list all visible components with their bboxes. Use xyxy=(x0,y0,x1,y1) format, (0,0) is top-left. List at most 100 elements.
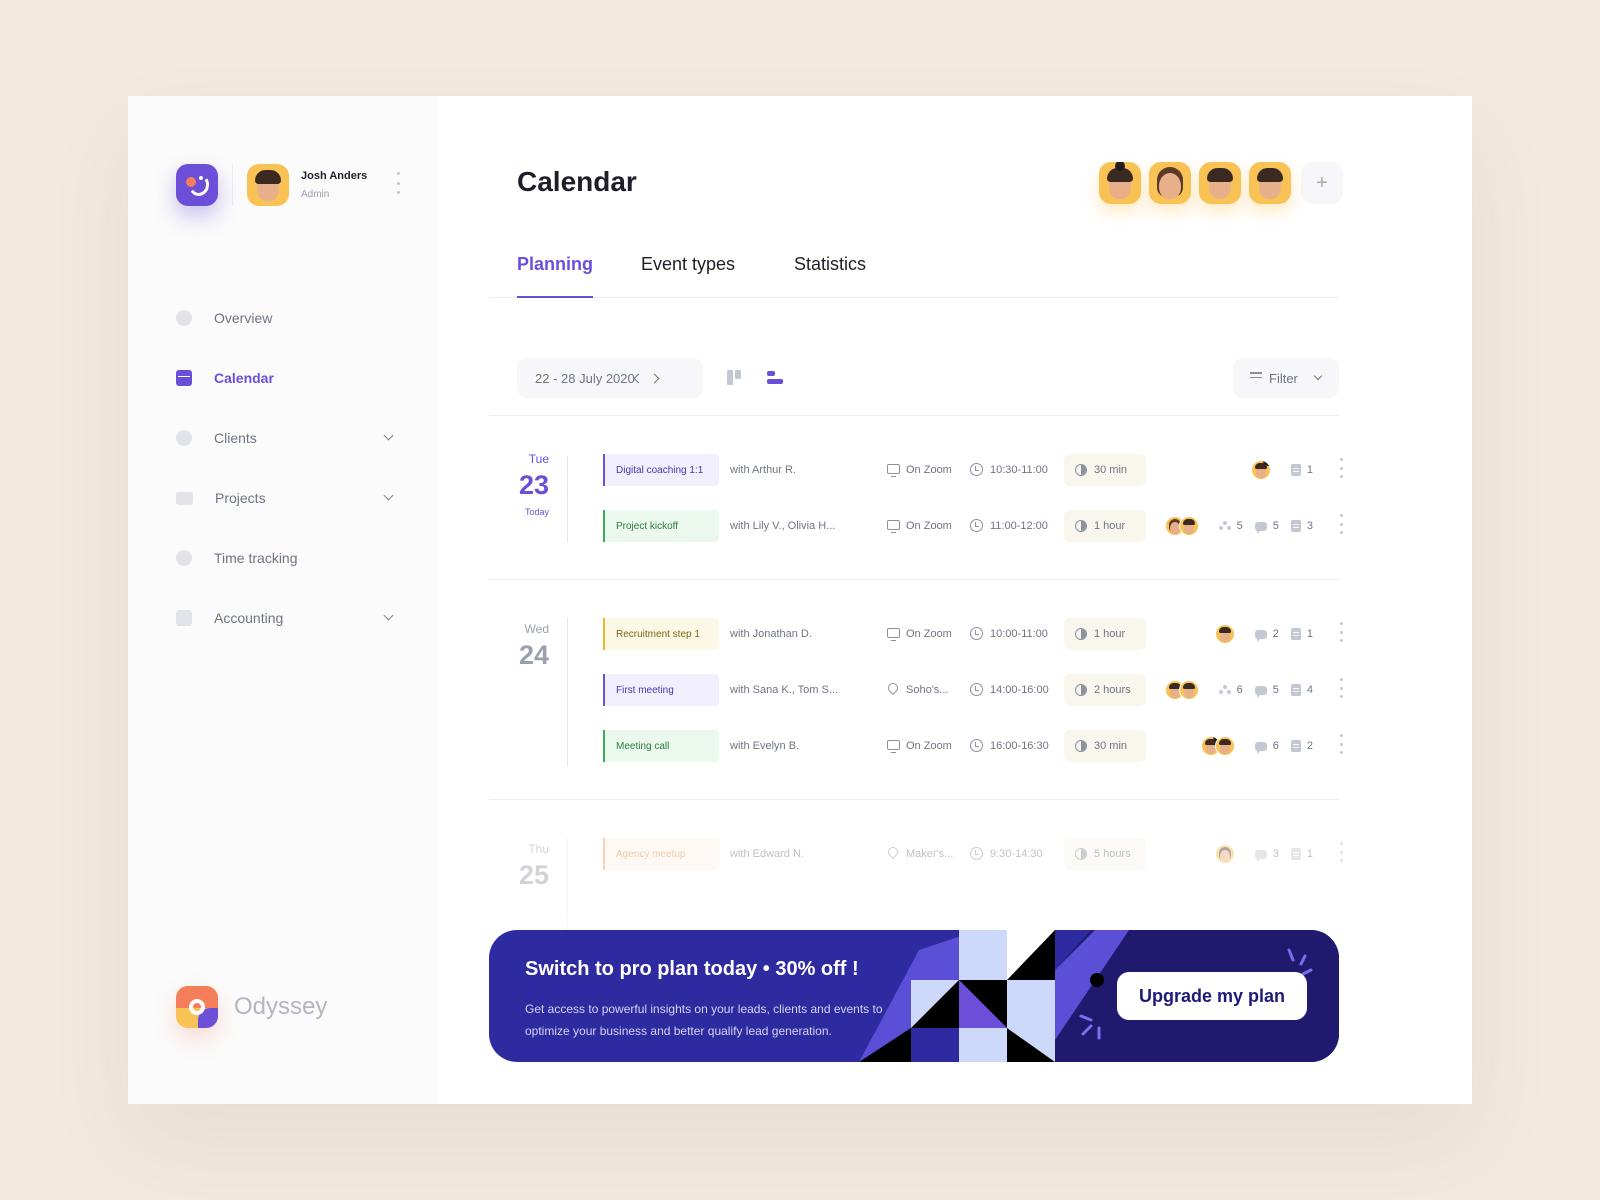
docs-count: 1 xyxy=(1290,464,1313,476)
event-title[interactable]: Project kickoff xyxy=(603,510,719,542)
event-time: 11:00-12:00 xyxy=(970,519,1048,532)
user-role: Admin xyxy=(301,189,330,200)
event-row[interactable]: Recruitment step 1 with Jonathan D. On Z… xyxy=(603,618,1343,650)
comments-count: 5 xyxy=(1254,520,1279,534)
event-attendees: with Arthur R. xyxy=(730,464,797,476)
screen-icon xyxy=(887,628,900,642)
duration-icon xyxy=(1075,520,1087,532)
attendee-avatars xyxy=(1214,844,1235,864)
sidebar-item-clients[interactable]: Clients xyxy=(176,408,396,468)
event-menu-kebab-icon[interactable] xyxy=(1339,622,1343,642)
upgrade-plan-button[interactable]: Upgrade my plan xyxy=(1117,972,1307,1020)
user-name: Josh Anders xyxy=(301,170,368,182)
comments-count: 5 xyxy=(1254,684,1279,698)
tab-planning[interactable]: Planning xyxy=(517,254,593,298)
team-member-avatar[interactable] xyxy=(1149,162,1191,204)
event-row[interactable]: Meeting call with Evelyn B. On Zoom 16:0… xyxy=(603,730,1343,762)
user-avatar[interactable] xyxy=(247,164,289,206)
tab-statistics[interactable]: Statistics xyxy=(794,254,866,298)
sidebar-header: Josh Anders Admin xyxy=(176,164,367,206)
event-title[interactable]: First meeting xyxy=(603,674,719,706)
sliders-icon xyxy=(1250,372,1262,382)
chevron-down-icon[interactable] xyxy=(383,610,394,621)
event-menu-kebab-icon[interactable] xyxy=(1339,678,1343,698)
document-icon xyxy=(1290,628,1301,640)
sidebar-item-time-tracking[interactable]: Time tracking xyxy=(176,528,396,588)
list-view-icon[interactable] xyxy=(767,371,783,387)
clients-icon xyxy=(176,430,192,446)
sidebar-item-label: Clients xyxy=(214,430,257,446)
team-member-avatar[interactable] xyxy=(1199,162,1241,204)
sidebar-item-projects[interactable]: Projects xyxy=(176,468,396,528)
duration-icon xyxy=(1075,628,1087,640)
event-attendees: with Sana K., Tom S... xyxy=(730,684,839,696)
day-label: Wed 24 xyxy=(489,622,549,671)
team-member-avatar[interactable] xyxy=(1099,162,1141,204)
team-avatars: + xyxy=(1099,162,1343,204)
overview-icon xyxy=(176,310,192,326)
comments-count: 3 xyxy=(1254,848,1279,862)
divider xyxy=(232,164,233,206)
filter-button[interactable]: Filter xyxy=(1233,358,1339,398)
event-meta: 3 1 xyxy=(1214,844,1313,864)
event-attendees: with Lily V., Olivia H... xyxy=(730,520,836,532)
event-duration: 30 min xyxy=(1064,454,1146,486)
team-member-avatar[interactable] xyxy=(1249,162,1291,204)
sidebar-item-label: Calendar xyxy=(214,370,274,386)
sidebar-item-label: Accounting xyxy=(214,610,284,626)
comment-icon xyxy=(1254,849,1267,862)
comments-count: 6 xyxy=(1254,740,1279,754)
event-row[interactable]: Agency meetup with Edward N. Maker's... … xyxy=(603,838,1343,870)
chevron-down-icon xyxy=(1313,371,1323,381)
docs-count: 1 xyxy=(1290,628,1313,640)
clock-icon xyxy=(970,519,983,532)
sidebar-item-accounting[interactable]: Accounting xyxy=(176,588,396,648)
event-title[interactable]: Digital coaching 1:1 xyxy=(603,454,719,486)
calculator-icon xyxy=(176,610,192,626)
duration-icon xyxy=(1075,684,1087,696)
add-member-button[interactable]: + xyxy=(1301,162,1343,204)
day-section: Wed 24 Recruitment step 1 with Jonathan … xyxy=(489,580,1343,800)
event-attendees: with Jonathan D. xyxy=(730,628,812,640)
comment-icon xyxy=(1254,629,1267,642)
board-view-icon[interactable] xyxy=(727,370,743,388)
tab-event-types[interactable]: Event types xyxy=(641,254,735,298)
event-menu-kebab-icon[interactable] xyxy=(1339,458,1343,478)
date-range-picker[interactable]: 22 - 28 July 2020 xyxy=(517,358,703,398)
event-title[interactable]: Agency meetup xyxy=(603,838,719,870)
event-meta: 1 xyxy=(1250,460,1313,480)
map-pin-icon xyxy=(885,844,901,860)
event-menu-kebab-icon[interactable] xyxy=(1339,514,1343,534)
comments-count: 2 xyxy=(1254,628,1279,642)
event-row[interactable]: Digital coaching 1:1 with Arthur R. On Z… xyxy=(603,454,1343,486)
clock-icon xyxy=(970,847,983,860)
today-label: Today xyxy=(524,507,549,517)
folder-icon xyxy=(176,491,193,505)
event-location: On Zoom xyxy=(887,464,952,478)
event-meta: 6 2 xyxy=(1200,736,1313,756)
sidebar-item-calendar[interactable]: Calendar xyxy=(176,348,396,408)
event-row[interactable]: Project kickoff with Lily V., Olivia H..… xyxy=(603,510,1343,542)
day-divider xyxy=(567,618,568,766)
event-menu-kebab-icon[interactable] xyxy=(1339,734,1343,754)
day-section: Thu 25 Agency meetup with Edward N. Make… xyxy=(489,800,1343,940)
day-of-week: Thu xyxy=(528,842,549,856)
promo-banner: Switch to pro plan today • 30% off ! Get… xyxy=(489,930,1339,1062)
user-menu-kebab-icon[interactable] xyxy=(396,172,400,194)
sidebar-item-overview[interactable]: Overview xyxy=(176,288,396,348)
main-content: Calendar + Planning Event types Statisti… xyxy=(439,96,1472,1104)
event-meta: 6 5 4 xyxy=(1164,680,1313,700)
day-label: Tue 23 Today xyxy=(489,452,549,517)
event-menu-kebab-icon[interactable] xyxy=(1339,842,1343,862)
event-title[interactable]: Meeting call xyxy=(603,730,719,762)
event-location: On Zoom xyxy=(887,740,952,754)
people-icon xyxy=(1218,521,1231,531)
tab-bar: Planning Event types Statistics xyxy=(489,254,1339,298)
chevron-down-icon[interactable] xyxy=(383,490,394,501)
attendee-avatar xyxy=(1250,460,1271,480)
app-logo-icon[interactable] xyxy=(176,164,218,206)
check-circle-icon xyxy=(176,550,192,566)
event-row[interactable]: First meeting with Sana K., Tom S... Soh… xyxy=(603,674,1343,706)
event-title[interactable]: Recruitment step 1 xyxy=(603,618,719,650)
chevron-down-icon[interactable] xyxy=(383,430,394,441)
